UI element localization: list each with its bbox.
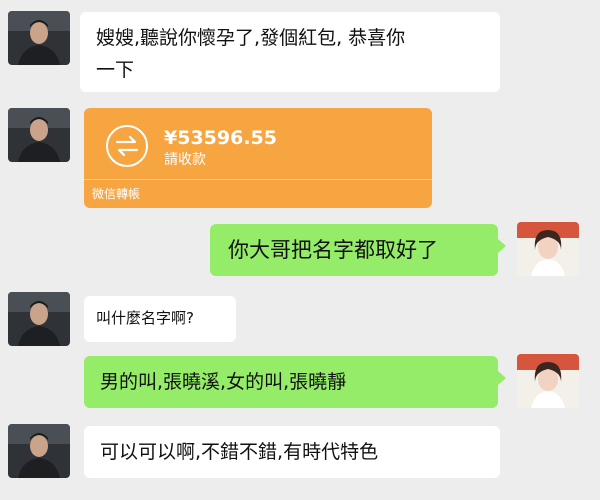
avatar-brother-in-law[interactable] xyxy=(8,11,70,65)
message-text-1-line-1: 嫂嫂,聽說你懷孕了,發個紅包, 恭喜你 xyxy=(96,27,406,49)
message-text-1-line-2: 一下 xyxy=(96,59,135,81)
avatar-self[interactable] xyxy=(517,222,579,276)
message-bubble-5[interactable]: 男的叫,張曉溪,女的叫,張曉靜 xyxy=(84,356,506,408)
message-text-5: 男的叫,張曉溪,女的叫,張曉靜 xyxy=(100,371,347,393)
message-bubble-1[interactable]: 嫂嫂,聽說你懷孕了,發個紅包, 恭喜你 一下 xyxy=(80,12,500,92)
chat-window: 嫂嫂,聽說你懷孕了,發個紅包, 恭喜你 一下 ¥53596.55 請收款 微信轉… xyxy=(0,0,600,500)
avatar-brother-in-law[interactable] xyxy=(8,108,70,162)
message-text-4: 叫什麼名字啊? xyxy=(96,309,194,327)
message-bubble-3[interactable]: 你大哥把名字都取好了 xyxy=(210,224,506,276)
avatar-self[interactable] xyxy=(517,354,579,408)
message-text-3: 你大哥把名字都取好了 xyxy=(228,238,438,262)
transfer-amount: ¥53596.55 xyxy=(164,127,277,149)
transfer-arrows-icon xyxy=(106,125,148,167)
transfer-divider xyxy=(84,179,432,180)
transfer-footer-label: 微信轉帳 xyxy=(92,187,141,201)
message-bubble-6[interactable]: 可以可以啊,不錯不錯,有時代特色 xyxy=(84,426,500,478)
avatar-brother-in-law[interactable] xyxy=(8,424,70,478)
avatar-brother-in-law[interactable] xyxy=(8,292,70,346)
transfer-action-label: 請收款 xyxy=(164,152,206,168)
transfer-card[interactable]: ¥53596.55 請收款 微信轉帳 xyxy=(84,108,432,208)
message-text-6: 可以可以啊,不錯不錯,有時代特色 xyxy=(100,441,379,463)
message-bubble-4[interactable]: 叫什麼名字啊? xyxy=(84,296,236,342)
